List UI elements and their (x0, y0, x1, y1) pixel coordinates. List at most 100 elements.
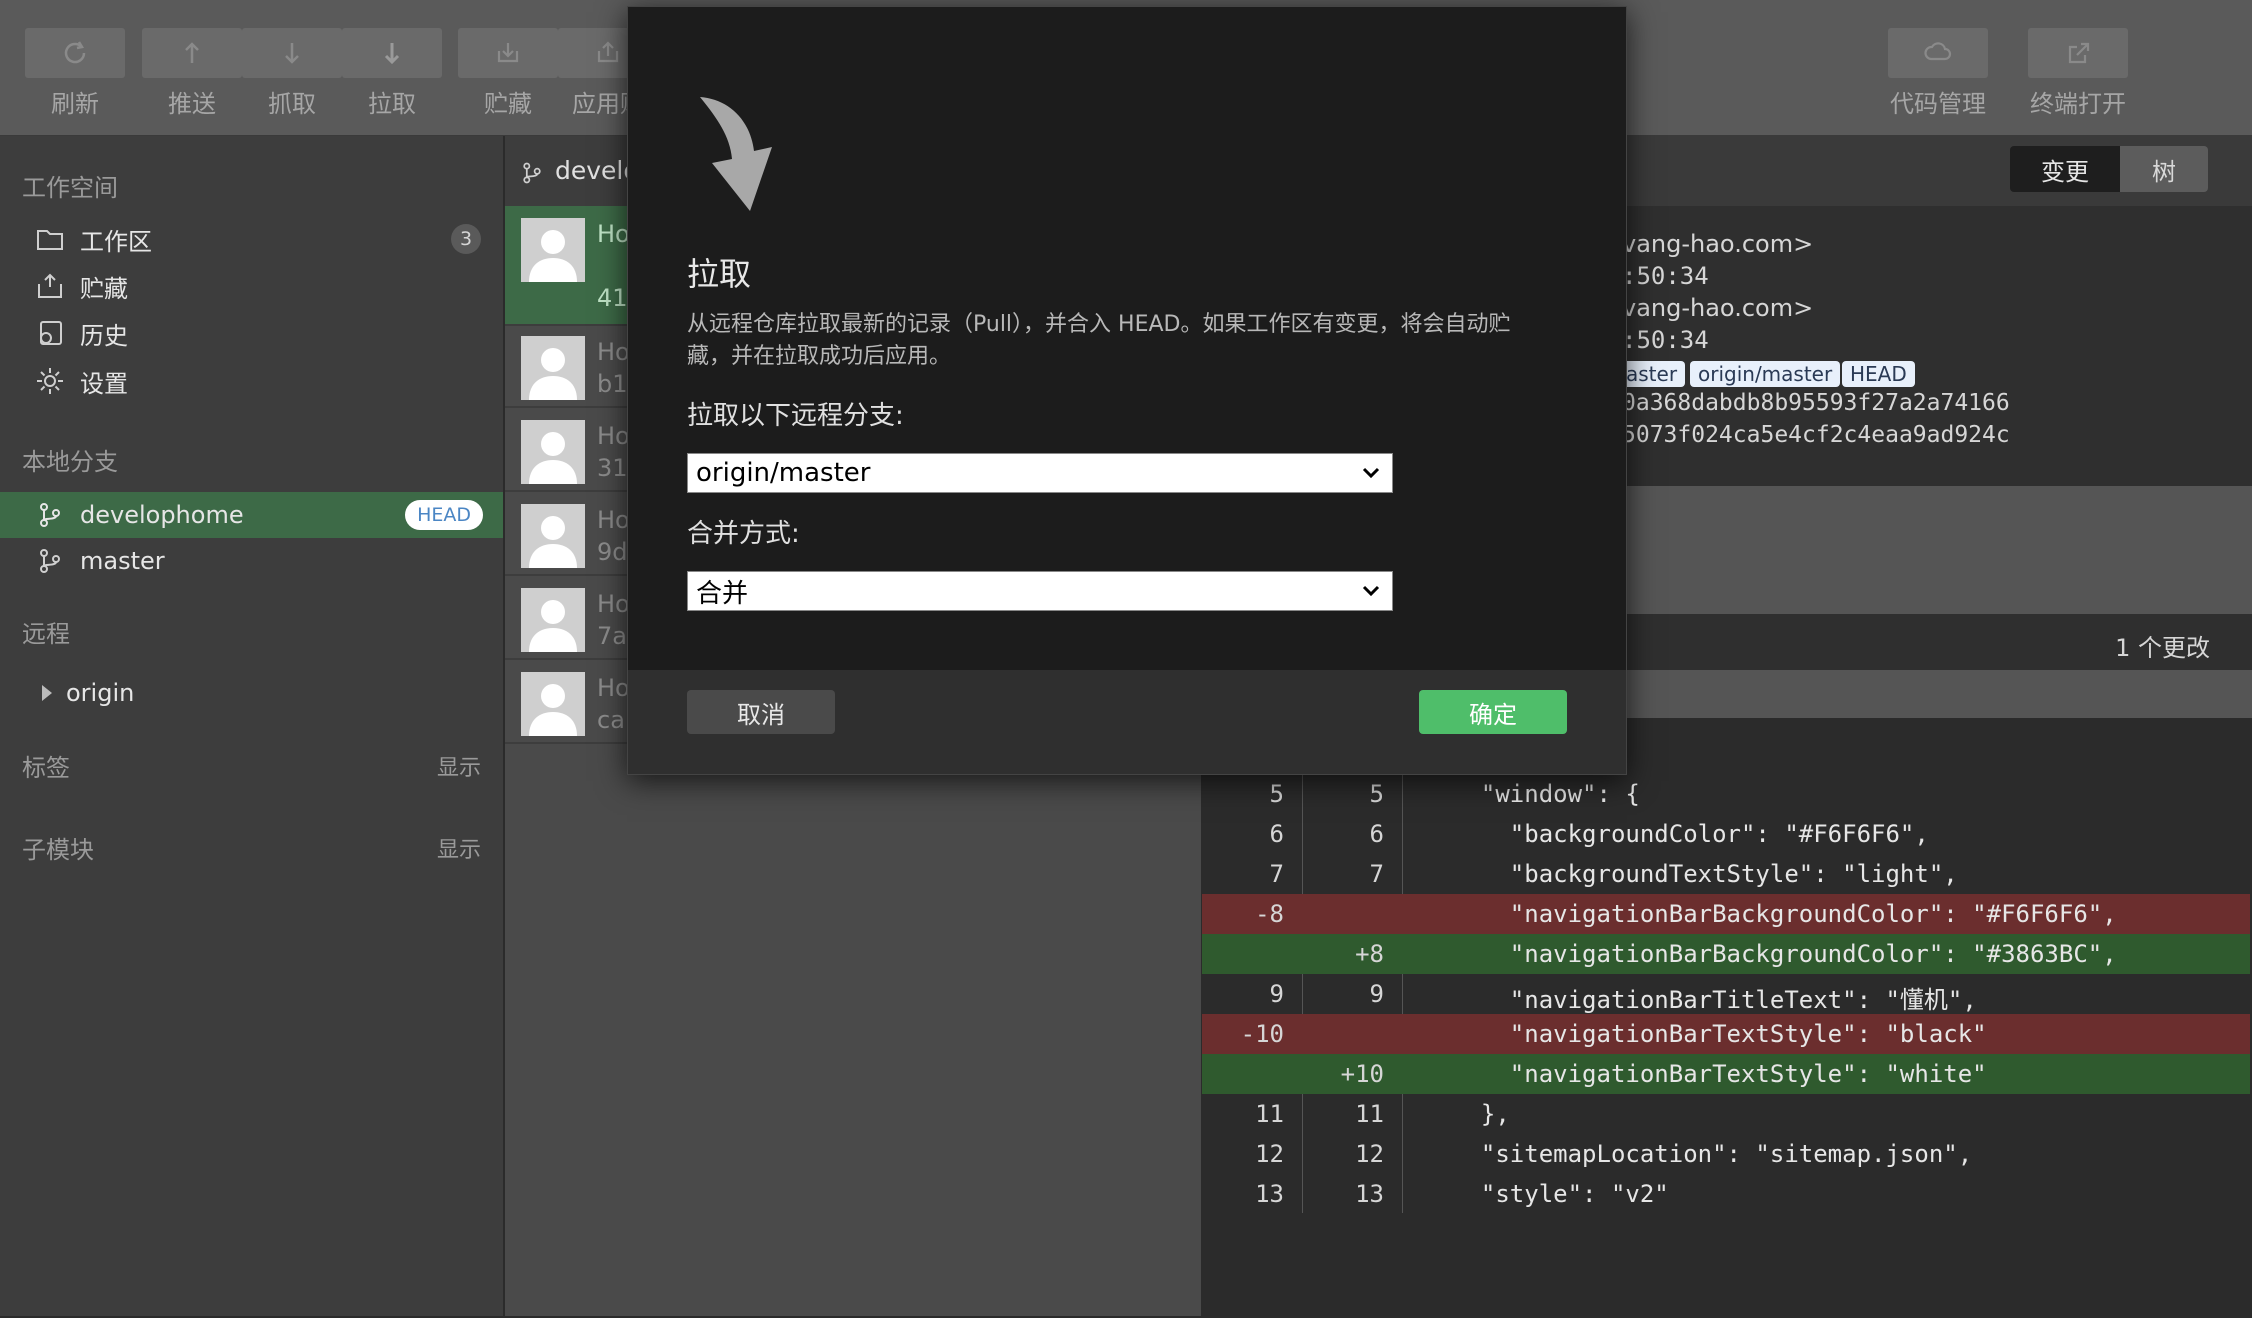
commit-hash-short: 7a (597, 622, 627, 650)
fetch-button[interactable]: 抓取 (242, 28, 342, 123)
merge-mode-select[interactable]: 合并 (687, 571, 1393, 611)
avatar (521, 504, 585, 568)
branch-item-master[interactable]: master (0, 538, 503, 584)
pull-button[interactable]: 拉取 (342, 28, 442, 123)
ref-tag-origin-master: origin/master (1690, 361, 1841, 387)
stash-box-icon (32, 270, 68, 302)
change-count: 1 个更改 (2115, 634, 2210, 662)
old-line-number: 6 (1269, 820, 1284, 848)
diff-code: "style": "v2" (1452, 1180, 1669, 1208)
old-line-number: 5 (1269, 780, 1284, 808)
gear-icon (32, 365, 68, 397)
sidebar-item-history[interactable]: 历史 (0, 310, 503, 356)
stash-icon (497, 43, 519, 63)
diff-line: 13 13 "style": "v2" (1202, 1174, 2250, 1214)
cloud-icon (1924, 42, 1952, 61)
remote-title: 远程 (22, 620, 70, 648)
diff-code: "navigationBarTextStyle": "black" (1452, 1020, 1987, 1048)
committer-time: :50:34 (1622, 326, 1709, 354)
new-line-number: 7 (1369, 860, 1384, 888)
new-line-number: 6 (1369, 820, 1384, 848)
diff-code: "backgroundColor": "#F6F6F6", (1452, 820, 1929, 848)
merge-mode-label: 合并方式: (687, 519, 800, 549)
branch-icon (32, 545, 68, 577)
submodules-toggle[interactable]: 显示 (437, 832, 481, 864)
diff-line-removed: -10 "navigationBarTextStyle": "black" (1202, 1014, 2250, 1054)
fetch-label: 抓取 (268, 90, 316, 118)
dialog-description: 从远程仓库拉取最新的记录（Pull），并合入 HEAD。如果工作区有变更，将会自… (687, 312, 1511, 369)
head-badge: HEAD (405, 500, 483, 530)
new-line-number: 9 (1369, 980, 1384, 1008)
diff-code: "backgroundTextStyle": "light", (1452, 860, 1958, 888)
sidebar-item-workspace[interactable]: 工作区 3 (0, 216, 503, 262)
diff-line-removed: -8 "navigationBarBackgroundColor": "#F6F… (1202, 894, 2250, 934)
push-label: 推送 (168, 90, 216, 118)
pull-label: 拉取 (368, 90, 416, 118)
commit-hash-short: ca (597, 706, 625, 734)
avatar (521, 420, 585, 484)
parent-hash: 5073f024ca5e4cf2c4eaa9ad924c (1622, 422, 2010, 448)
tab-tree[interactable]: 树 (2120, 146, 2208, 192)
tags-title: 标签 (22, 754, 70, 782)
diff-line: 7 7 "backgroundTextStyle": "light", (1202, 854, 2250, 894)
old-line-number: 12 (1255, 1140, 1284, 1168)
diff-line: 5 5 "window": { (1202, 774, 2250, 814)
old-line-number: 9 (1269, 980, 1284, 1008)
remote-label: origin (66, 679, 135, 707)
commit-hash-short: 9d (597, 538, 628, 566)
avatar (521, 588, 585, 652)
new-line-number: 5 (1369, 780, 1384, 808)
avatar (521, 672, 585, 736)
diff-line: 12 12 "sitemapLocation": "sitemap.json", (1202, 1134, 2250, 1174)
diff-code: "sitemapLocation": "sitemap.json", (1452, 1140, 1973, 1168)
sidebar-item-label: 设置 (80, 369, 128, 398)
old-line-number: 11 (1255, 1100, 1284, 1128)
pull-arrow-icon (700, 97, 772, 211)
old-line-number: -10 (1240, 1020, 1284, 1048)
branch-label: master (80, 547, 165, 575)
refresh-button[interactable]: 刷新 (25, 28, 125, 123)
diff-code: "navigationBarBackgroundColor": "#F6F6F6… (1452, 900, 2117, 928)
diff-code: "window": { (1452, 780, 1640, 808)
commit-author: Ho (597, 506, 630, 534)
stash-button[interactable]: 贮藏 (458, 28, 558, 123)
sidebar-item-label: 工作区 (80, 227, 152, 256)
commit-author: Ho (597, 590, 630, 618)
external-link-icon (2068, 42, 2090, 64)
commit-author: Ho (597, 338, 630, 366)
merge-mode-value: 合并 (696, 578, 749, 609)
terminal-open-button[interactable]: 终端打开 (2028, 28, 2128, 123)
new-line-number: +8 (1355, 940, 1384, 968)
sidebar-item-stash[interactable]: 贮藏 (0, 263, 503, 309)
remote-item-origin[interactable]: origin (0, 670, 503, 716)
confirm-button[interactable]: 确定 (1419, 690, 1567, 734)
caret-right-icon (42, 685, 52, 701)
branch-icon (523, 162, 541, 184)
remote-branch-select[interactable]: origin/master (687, 453, 1393, 493)
ref-tag-master: aster (1618, 361, 1686, 387)
pull-dialog: 拉取 从远程仓库拉取最新的记录（Pull），并合入 HEAD。如果工作区有变更，… (627, 6, 1627, 775)
fetch-icon (285, 43, 299, 64)
change-count-badge: 3 (451, 224, 481, 254)
stash-label: 贮藏 (484, 90, 532, 118)
diff-line: 6 6 "backgroundColor": "#F6F6F6", (1202, 814, 2250, 854)
tab-changes[interactable]: 变更 (2010, 146, 2120, 192)
old-line-number: 13 (1255, 1180, 1284, 1208)
branch-select-label: 拉取以下远程分支: (687, 401, 904, 431)
chevron-down-icon (1362, 467, 1380, 479)
submodules-title: 子模块 (22, 836, 94, 864)
branch-item-develophome[interactable]: develophome HEAD (0, 492, 503, 538)
terminal-open-label: 终端打开 (2030, 90, 2126, 118)
sidebar-item-settings[interactable]: 设置 (0, 358, 503, 404)
old-line-number: 7 (1269, 860, 1284, 888)
diff-code: "navigationBarTextStyle": "white" (1452, 1060, 1987, 1088)
ref-tag-head: HEAD (1842, 361, 1915, 387)
cancel-button[interactable]: 取消 (687, 690, 835, 734)
chevron-down-icon (1362, 585, 1380, 597)
author-email: vang-hao.com> (1622, 230, 1814, 258)
push-button[interactable]: 推送 (142, 28, 242, 123)
sidebar-item-label: 贮藏 (80, 274, 128, 303)
code-manage-button[interactable]: 代码管理 (1888, 28, 1988, 123)
tags-toggle[interactable]: 显示 (437, 750, 481, 782)
commit-author: Ho (597, 220, 630, 248)
